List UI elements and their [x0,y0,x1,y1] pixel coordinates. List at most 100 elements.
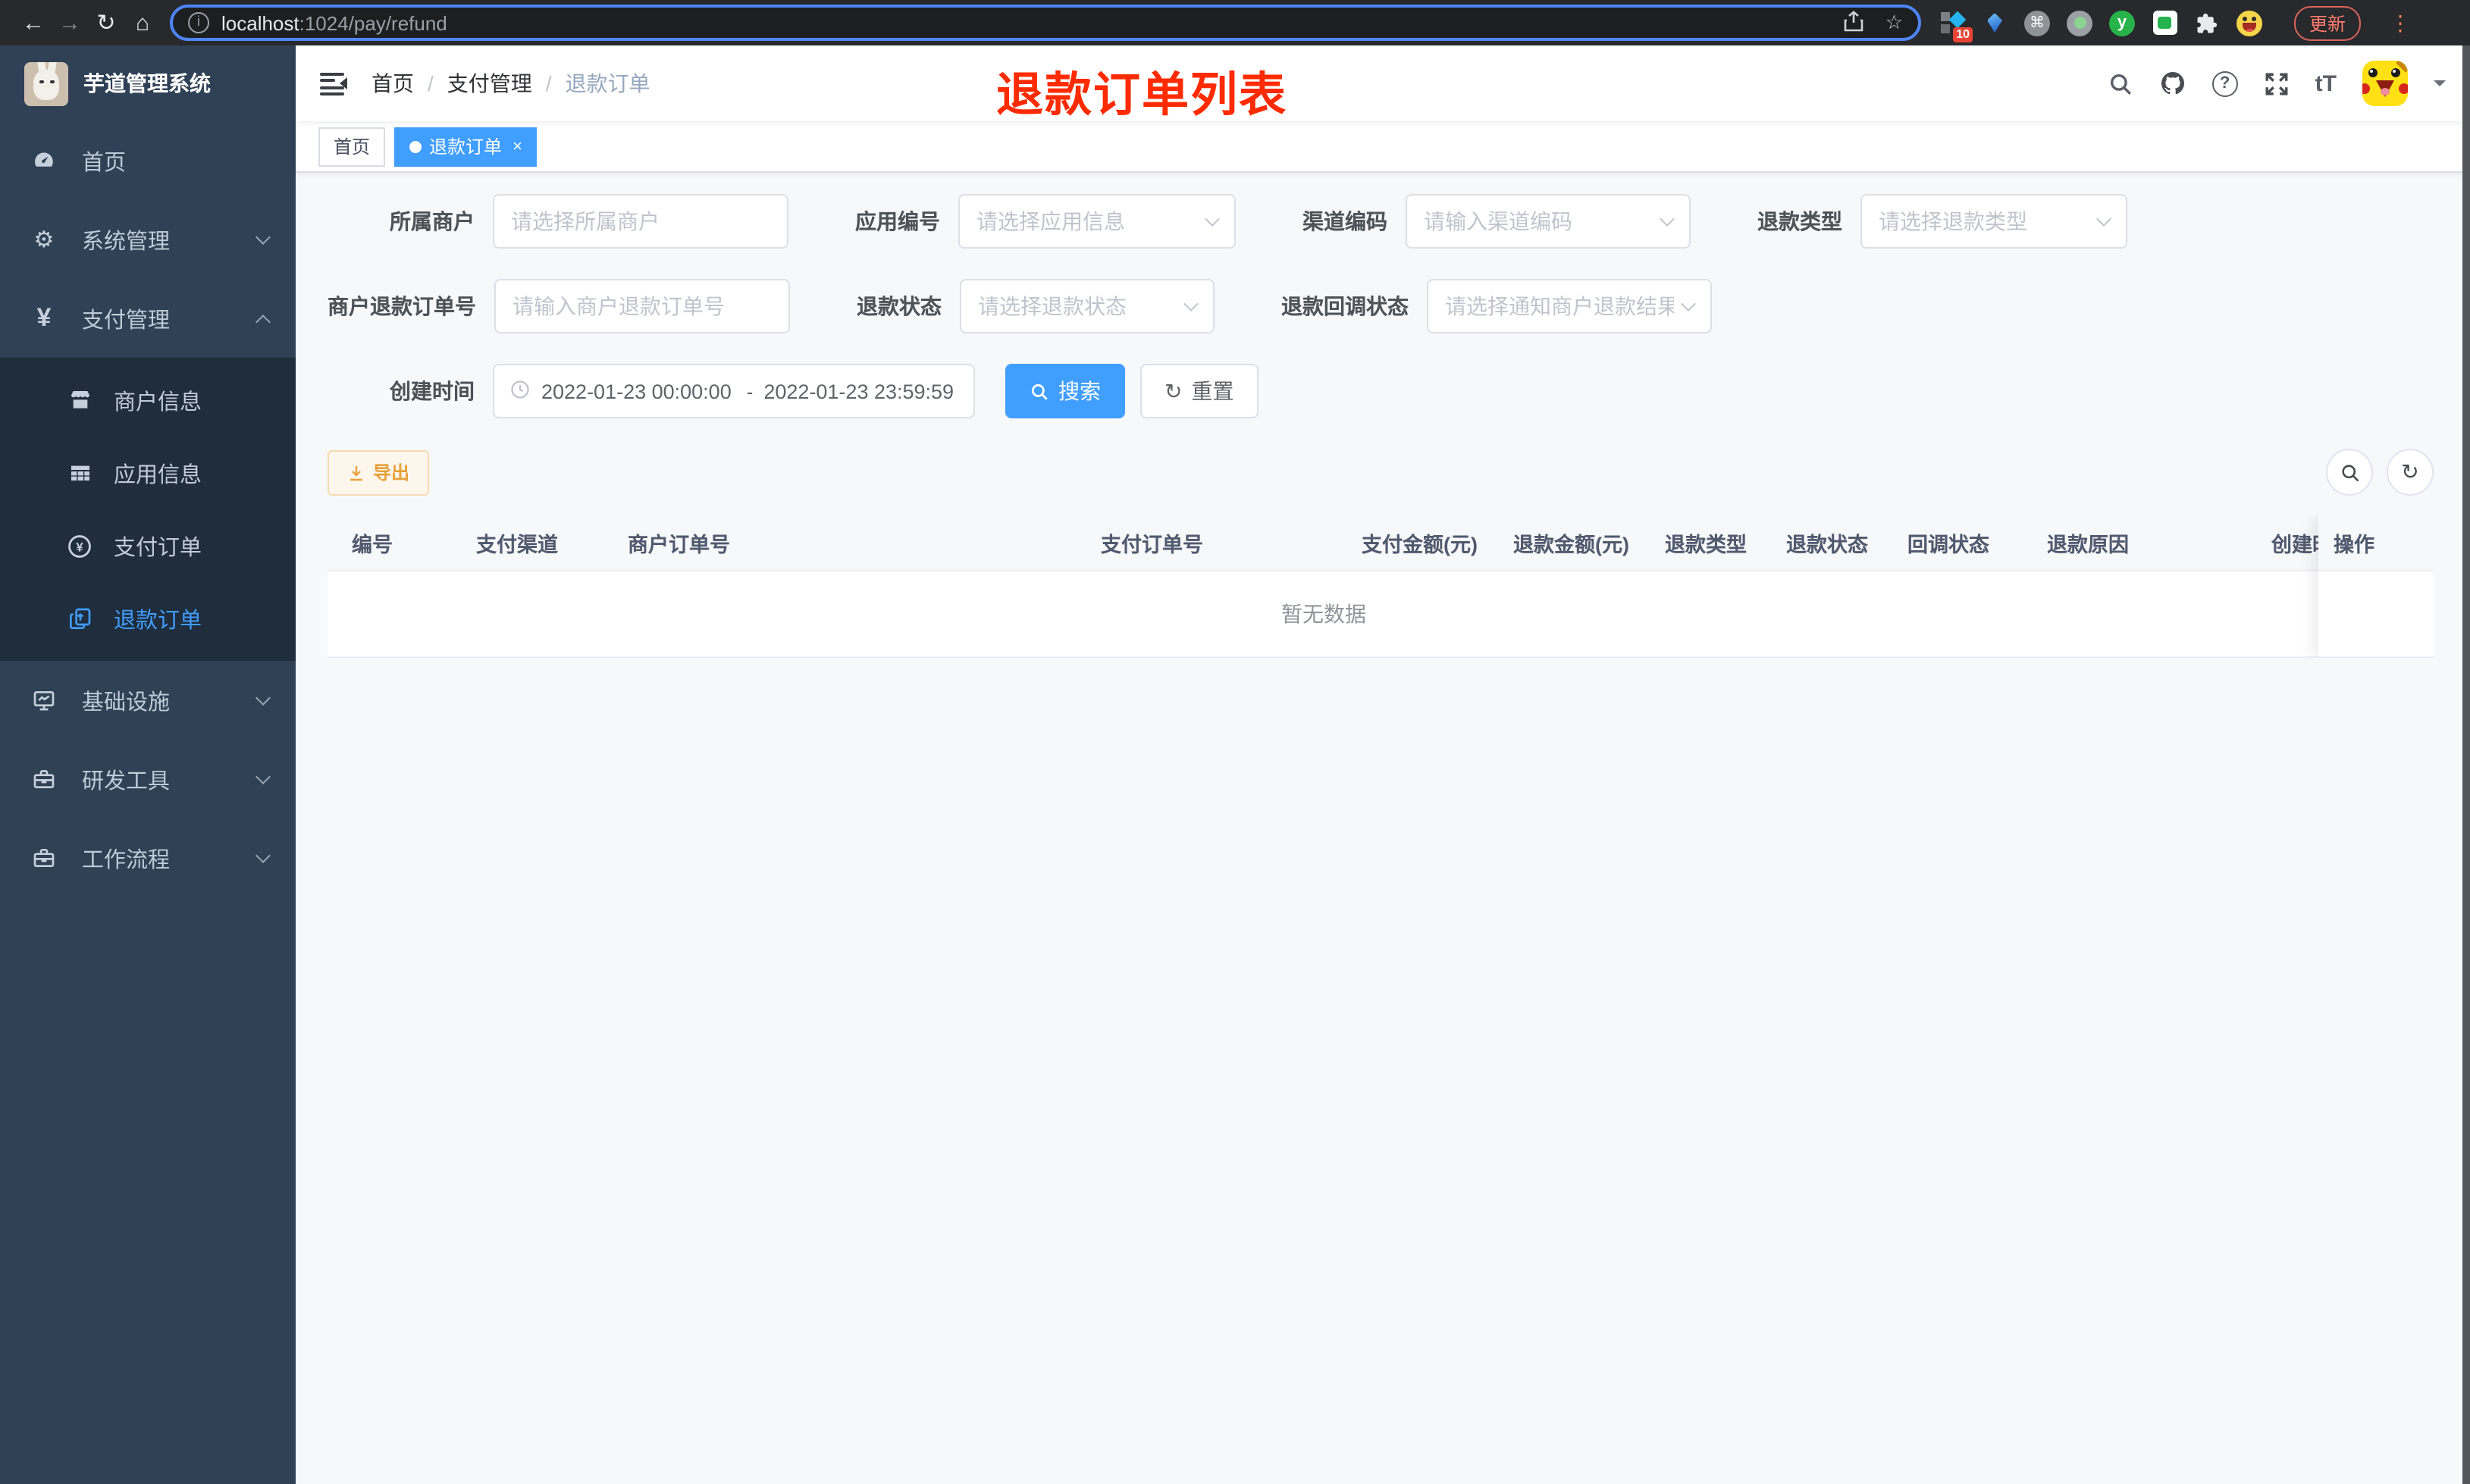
fullscreen-icon[interactable] [2264,70,2290,96]
close-icon[interactable]: × [512,137,522,155]
filter-label: 所属商户 [390,209,475,233]
clock-icon [509,378,531,404]
sidebar-item-merchant-info[interactable]: 商户信息 [0,364,296,437]
browser-menu-icon[interactable]: ⋮ [2390,10,2411,36]
sidebar-item-refund-order[interactable]: 退款订单 [0,582,296,655]
sidebar-item-infra[interactable]: 基础设施 [0,661,296,740]
help-icon[interactable]: ? [2211,70,2238,96]
channel-select[interactable]: 请输入渠道编码 [1406,194,1691,249]
sidebar-item-app-info[interactable]: 应用信息 [0,437,296,509]
font-size-icon[interactable]: tT [2315,70,2337,96]
avatar-caret-icon[interactable] [2434,80,2446,92]
documents-icon [67,606,92,631]
browser-update-button[interactable]: 更新 [2294,5,2362,40]
search-icon [2341,464,2359,481]
tags-view: 首页 退款订单 × [296,121,2470,173]
filter-app: 应用编号 请选择应用信息 [855,194,1236,249]
gear-icon: ⚙ [33,227,55,253]
show-search-toggle-button[interactable] [2326,449,2373,496]
url-text[interactable]: localhost:1024/pay/refund [221,11,1823,34]
browser-back-icon[interactable]: ← [15,10,52,36]
sidebar-item-label: 基础设施 [82,690,170,715]
browser-home-icon[interactable]: ⌂ [124,10,161,36]
col-id: 编号 [352,534,393,556]
url-host: localhost [221,11,299,34]
breadcrumb-home[interactable]: 首页 [371,68,414,99]
date-end[interactable]: 2022-01-23 23:59:59 [763,380,958,402]
sidebar-item-pay[interactable]: ¥ 支付管理 [0,279,296,358]
sidebar-item-pay-order[interactable]: ¥ 支付订单 [0,509,296,582]
chevron-down-icon [255,230,271,245]
extension-tiles-icon[interactable]: 10 [1939,10,1973,42]
refresh-icon: ↻ [2401,459,2419,484]
table-grid-icon [67,461,92,485]
table-header-row: 编号 支付渠道 商户订单号 支付订单号 支付金额(元) 退款金额(元) 退款类型… [328,515,2434,571]
merchant-input[interactable] [493,194,788,249]
bookmark-star-icon[interactable]: ☆ [1885,11,1903,35]
sidebar-item-label: 支付订单 [114,536,202,560]
extensions-puzzle-icon[interactable] [2194,10,2220,36]
search-button[interactable]: 搜索 [1005,364,1125,418]
date-start[interactable]: 2022-01-23 00:00:00 [541,380,736,402]
merchant-refund-no-input[interactable] [494,279,790,333]
page-scrollbar[interactable] [2462,45,2470,1484]
extension-y-icon[interactable]: y [2109,10,2135,36]
extension-record-icon[interactable] [2067,10,2092,36]
filter-label: 退款状态 [857,294,942,318]
refund-type-select[interactable]: 请选择退款类型 [1860,194,2127,249]
date-separator: - [746,380,754,402]
browser-reload-icon[interactable]: ↻ [88,9,124,36]
monitor-icon [30,688,58,712]
extension-chat-icon[interactable] [2152,10,2177,36]
sidebar-item-label: 系统管理 [82,230,170,254]
tab-home[interactable]: 首页 [318,127,386,166]
chevron-down-icon [255,769,271,784]
chevron-down-icon [1183,296,1199,311]
col-refund-reason: 退款原因 [2047,534,2129,556]
address-bar[interactable]: i localhost:1024/pay/refund ☆ [170,5,1921,41]
filter-callback-status: 退款回调状态 请选择通知商户退款结果的 [1281,279,1712,333]
app-title: 芋道管理系统 [83,71,211,95]
sidebar-collapse-icon[interactable] [320,72,347,95]
breadcrumb-pay[interactable]: 支付管理 [447,68,532,99]
filter-merchant-refund-no: 商户退款订单号 [328,279,790,333]
pay-submenu: 商户信息 应用信息 ¥ 支付订单 退款订单 [0,358,296,661]
refresh-table-button[interactable]: ↻ [2387,449,2434,496]
sidebar-item-workflow[interactable]: 工作流程 [0,819,296,897]
col-action: 操作 [2318,515,2434,571]
url-path: :1024/pay/refund [299,11,447,34]
sidebar-item-home[interactable]: 首页 [0,121,296,200]
merchant-input-field[interactable] [511,209,770,233]
tab-refund-order[interactable]: 退款订单 × [394,127,538,166]
callback-status-select[interactable]: 请选择通知商户退款结果的 [1427,279,1712,333]
extension-command-icon[interactable]: ⌘ [2024,10,2050,36]
select-placeholder: 请选择通知商户退款结果的 [1445,294,1674,318]
svg-text:¥: ¥ [76,539,83,553]
search-icon[interactable] [2108,70,2133,96]
sidebar-item-label: 退款订单 [114,609,202,633]
extension-gem-icon[interactable] [1982,10,2008,36]
sidebar-item-label: 应用信息 [114,463,202,487]
chevron-down-icon [2096,211,2111,226]
filter-refund-type: 退款类型 请选择退款类型 [1757,194,2127,249]
export-button[interactable]: 导出 [328,449,430,495]
sidebar-logo[interactable]: 芋道管理系统 [0,45,296,121]
github-icon[interactable] [2159,70,2186,97]
date-range-picker[interactable]: 2022-01-23 00:00:00 - 2022-01-23 23:59:5… [493,364,975,418]
sidebar-item-devtools[interactable]: 研发工具 [0,740,296,819]
reset-button[interactable]: ↻ 重置 [1140,364,1259,418]
extensions-bar: 10 ⌘ y 更新 ⋮ [1939,5,2411,42]
sidebar-item-label: 支付管理 [82,308,170,333]
refund-status-select[interactable]: 请选择退款状态 [960,279,1215,333]
browser-forward-icon[interactable]: → [52,10,88,36]
breadcrumb-separator: / [428,71,434,95]
merchant-refund-no-field[interactable] [512,294,772,318]
share-icon[interactable] [1845,10,1864,36]
user-avatar[interactable] [2362,61,2408,106]
sidebar-item-system[interactable]: ⚙ 系统管理 [0,200,296,279]
col-callback-status: 回调状态 [1907,534,1989,556]
extension-emoji-icon[interactable] [2236,10,2262,36]
filter-label: 商户退款订单号 [328,294,476,318]
app-select[interactable]: 请选择应用信息 [958,194,1236,249]
site-info-icon[interactable]: i [188,12,209,33]
